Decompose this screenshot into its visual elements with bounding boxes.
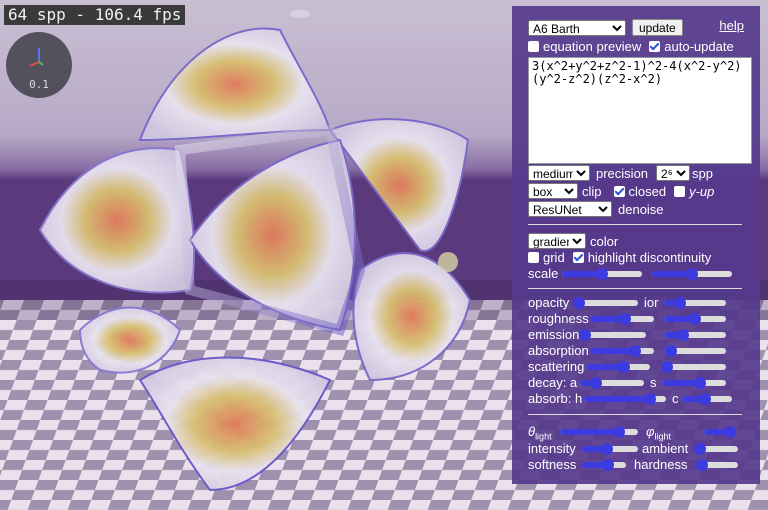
slider-row: roughness: [528, 311, 742, 327]
light-row: intensity ambient: [528, 441, 742, 457]
light-slider-primary[interactable]: [582, 443, 638, 455]
slider-label: absorption: [528, 343, 589, 358]
slider-secondary[interactable]: [682, 393, 732, 405]
slider-label: decay: a: [528, 375, 578, 390]
spp-label: spp: [692, 165, 713, 181]
scale-label: scale: [528, 266, 559, 281]
slider-row: scattering: [528, 359, 742, 375]
slider-label-secondary: c: [672, 391, 679, 406]
color-label: color: [590, 233, 619, 249]
equation-preview-checkbox[interactable]: [528, 41, 539, 52]
help-link[interactable]: help: [719, 18, 744, 33]
spp-select[interactable]: 2⁶: [656, 165, 691, 181]
light-slider-secondary[interactable]: [695, 459, 738, 471]
preset-select[interactable]: A6 Barth: [528, 19, 626, 36]
axis-gizmo[interactable]: 0.1: [6, 32, 72, 98]
clip-label: clip: [582, 183, 602, 199]
slider-row: absorb: h c: [528, 391, 742, 407]
light-label-secondary: hardness: [634, 457, 688, 472]
slider-label-secondary: ior: [644, 295, 659, 310]
grid-label: grid: [543, 250, 565, 265]
slider-row: decay: a s: [528, 375, 742, 391]
slider-label: opacity: [528, 295, 570, 310]
light-row: softness hardness: [528, 457, 742, 473]
divider: [528, 288, 742, 289]
slider-secondary[interactable]: [664, 345, 726, 357]
light-label-secondary: φlight: [646, 424, 671, 442]
slider-secondary[interactable]: [662, 377, 726, 389]
slider-label: scattering: [528, 359, 585, 374]
highlight-discontinuity-checkbox[interactable]: [572, 252, 584, 263]
control-panel: A6 Barth update help equation preview au…: [512, 6, 760, 484]
slider-primary[interactable]: [590, 313, 654, 325]
slider-secondary[interactable]: [664, 313, 726, 325]
fps-readout: 64 spp - 106.4 fps: [4, 5, 186, 25]
divider: [528, 414, 742, 415]
slider-secondary[interactable]: [664, 297, 726, 309]
color-select[interactable]: gradient: [528, 233, 586, 249]
slider-primary[interactable]: [573, 297, 638, 309]
highlight-discontinuity-label: highlight discontinuity: [587, 250, 712, 265]
light-slider-secondary[interactable]: [694, 443, 738, 455]
slider-secondary[interactable]: [661, 361, 726, 373]
precision-select[interactable]: medium: [528, 165, 590, 181]
y-up-label: y-up: [689, 183, 715, 199]
light-label: softness: [528, 457, 577, 472]
light-slider-primary[interactable]: [582, 459, 626, 471]
slider-row: emission: [528, 327, 742, 343]
equation-preview-label: equation preview: [543, 39, 642, 54]
closed-label: closed: [628, 183, 667, 199]
denoise-label: denoise: [618, 201, 664, 217]
slider-primary[interactable]: [579, 329, 646, 341]
light-slider-primary[interactable]: [560, 426, 638, 438]
scale-row: scale: [528, 266, 742, 282]
slider-label: emission: [528, 327, 580, 342]
light-slider-secondary[interactable]: [704, 426, 736, 438]
auto-update-label: auto-update: [664, 39, 734, 54]
light-label: intensity: [528, 441, 576, 456]
closed-checkbox[interactable]: [613, 185, 625, 197]
slider-primary[interactable]: [584, 393, 666, 405]
slider-primary[interactable]: [580, 377, 644, 389]
slider-primary[interactable]: [586, 361, 650, 373]
light-row: θlight φlight: [528, 424, 742, 442]
slider-secondary[interactable]: [664, 329, 726, 341]
divider: [528, 224, 742, 225]
update-button[interactable]: update: [632, 19, 683, 36]
slider-label-secondary: s: [650, 375, 657, 390]
slider-label: absorb: h: [528, 391, 583, 406]
scale-slider-2[interactable]: [652, 268, 732, 280]
slider-row: absorption: [528, 343, 742, 359]
equation-input[interactable]: 3(x^2+y^2+z^2-1)^2-4(x^2-y^2)(y^2-z^2)(z…: [528, 57, 752, 164]
precision-label: precision: [596, 165, 649, 181]
clip-select[interactable]: box: [528, 183, 578, 199]
scale-slider-1[interactable]: [562, 268, 642, 280]
auto-update-checkbox[interactable]: [649, 41, 661, 52]
denoise-select[interactable]: ResUNet: [528, 201, 612, 217]
gizmo-scale: 0.1: [29, 78, 49, 91]
light-label-secondary: ambient: [642, 441, 689, 456]
slider-primary[interactable]: [590, 345, 654, 357]
y-up-checkbox[interactable]: [674, 185, 686, 197]
grid-checkbox[interactable]: [528, 252, 539, 263]
light-label: θlight: [528, 424, 552, 442]
slider-row: opacity ior: [528, 295, 742, 311]
slider-label: roughness: [528, 311, 589, 326]
